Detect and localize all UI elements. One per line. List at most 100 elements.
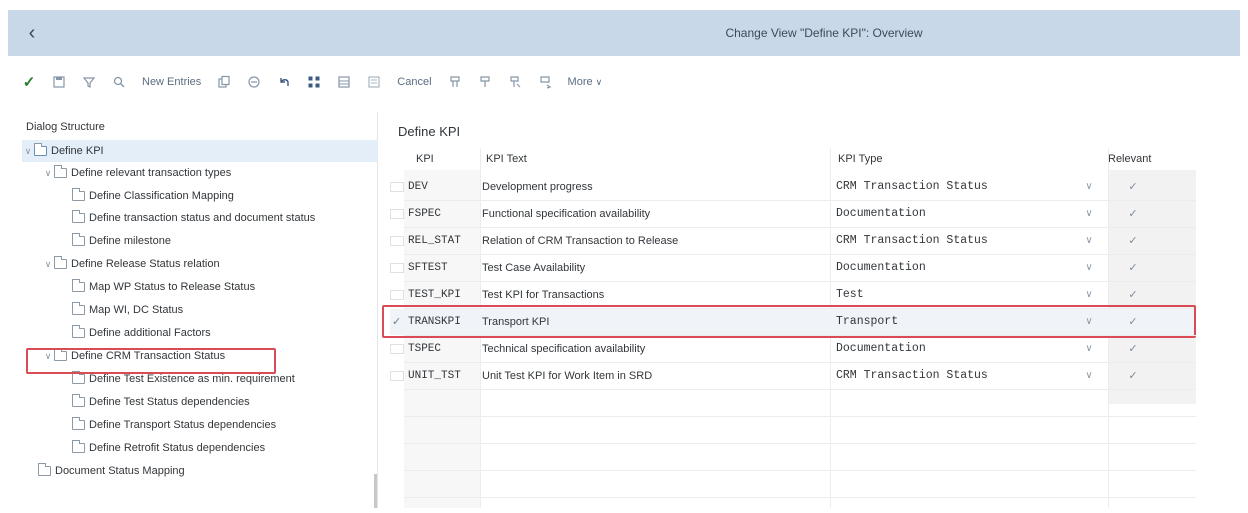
column-header-kpi-text[interactable]: KPI Text — [486, 148, 527, 170]
relevant-checkbox[interactable]: ✓ — [1126, 235, 1140, 248]
tree-node[interactable]: Define Test Status dependencies — [72, 391, 250, 413]
kpi-cell[interactable]: TRANSKPI — [408, 309, 480, 335]
kpi-cell[interactable]: SFTEST — [408, 255, 480, 281]
new-entries-button[interactable]: New Entries — [138, 70, 205, 94]
tree-node[interactable]: Define Transport Status dependencies — [72, 414, 276, 436]
kpi-type-cell[interactable]: Transport — [836, 309, 1076, 335]
chevron-down-icon[interactable]: ∨ — [1082, 336, 1096, 362]
relevant-checkbox[interactable]: ✓ — [1126, 208, 1140, 221]
chevron-down-icon[interactable]: ∨ — [1082, 282, 1096, 308]
tree-node[interactable]: Define Retrofit Status dependencies — [72, 437, 265, 459]
undo-icon[interactable] — [273, 70, 295, 94]
row-selector[interactable] — [390, 263, 404, 273]
kpi-text-cell[interactable]: Transport KPI — [482, 309, 828, 335]
table-row[interactable]: FSPEC Functional specification availabil… — [390, 201, 1196, 227]
tree-node[interactable]: Define Classification Mapping — [72, 185, 234, 207]
chevron-down-icon[interactable]: ∨ — [1082, 201, 1096, 227]
tree-node[interactable]: Map WI, DC Status — [72, 299, 183, 321]
chevron-down-icon[interactable]: ∨ — [1082, 363, 1096, 389]
transport-icon[interactable] — [444, 70, 466, 94]
table-row[interactable]: TEST_KPI Test KPI for Transactions Test … — [390, 282, 1196, 308]
kpi-text-cell[interactable]: Test Case Availability — [482, 255, 828, 281]
tree-node[interactable]: Map WP Status to Release Status — [72, 276, 255, 298]
select-block-icon[interactable] — [333, 70, 355, 94]
chevron-down-icon[interactable]: ∨ — [1082, 255, 1096, 281]
kpi-type-cell[interactable]: CRM Transaction Status — [836, 174, 1076, 200]
tree-node[interactable]: Define additional Factors — [72, 322, 211, 344]
kpi-cell[interactable]: REL_STAT — [408, 228, 480, 254]
kpi-type-cell[interactable]: Documentation — [836, 336, 1076, 362]
tree-node[interactable]: Define transaction status and document s… — [72, 207, 378, 229]
tree-node[interactable]: ∨ Define CRM Transaction Status — [42, 345, 225, 367]
copy-icon[interactable] — [213, 70, 235, 94]
search-icon[interactable] — [108, 70, 130, 94]
tree-node[interactable]: Define milestone — [72, 230, 171, 252]
chevron-down-icon[interactable]: ∨ — [1082, 174, 1096, 200]
kpi-text-cell[interactable]: Functional specification availability — [482, 201, 828, 227]
kpi-type-cell[interactable]: CRM Transaction Status — [836, 363, 1076, 389]
kpi-cell[interactable]: UNIT_TST — [408, 363, 480, 389]
table-row[interactable]: UNIT_TST Unit Test KPI for Work Item in … — [390, 363, 1196, 389]
tree-node[interactable]: ∨ Define relevant transaction types — [42, 162, 231, 184]
kpi-type-cell[interactable]: Documentation — [836, 201, 1076, 227]
confirm-check-icon[interactable]: ✓ — [18, 70, 40, 94]
select-all-icon[interactable] — [303, 70, 325, 94]
relevant-checkbox[interactable]: ✓ — [1126, 262, 1140, 275]
kpi-cell[interactable]: DEV — [408, 174, 480, 200]
row-selector[interactable] — [390, 182, 404, 192]
table-row[interactable]: SFTEST Test Case Availability Documentat… — [390, 255, 1196, 281]
folder-icon — [72, 279, 85, 292]
filter-icon[interactable] — [78, 70, 100, 94]
table-row[interactable]: DEV Development progress CRM Transaction… — [390, 174, 1196, 200]
relevant-checkbox[interactable]: ✓ — [1126, 370, 1140, 383]
save-icon[interactable] — [48, 70, 70, 94]
row-selected-check-icon[interactable]: ✓ — [392, 309, 401, 335]
chevron-down-icon[interactable]: ∨ — [1082, 309, 1096, 335]
deselect-all-icon[interactable] — [363, 70, 385, 94]
row-divider — [404, 470, 1196, 471]
compare-icon[interactable] — [474, 70, 496, 94]
kpi-text-cell[interactable]: Relation of CRM Transaction to Release — [482, 228, 828, 254]
relevant-checkbox[interactable]: ✓ — [1126, 316, 1140, 329]
kpi-text-cell[interactable]: Unit Test KPI for Work Item in SRD — [482, 363, 828, 389]
row-selector[interactable] — [390, 236, 404, 246]
row-selector[interactable] — [390, 371, 404, 381]
more-menu-button[interactable]: More ∨ — [564, 70, 607, 94]
collapse-caret-icon[interactable]: ∨ — [42, 168, 54, 179]
relevant-checkbox[interactable]: ✓ — [1126, 289, 1140, 302]
relevant-checkbox[interactable]: ✓ — [1126, 181, 1140, 194]
table-row[interactable]: REL_STAT Relation of CRM Transaction to … — [390, 228, 1196, 254]
column-header-relevant[interactable]: Relevant — [1108, 148, 1151, 170]
kpi-text-cell[interactable]: Technical specification availability — [482, 336, 828, 362]
kpi-type-cell[interactable]: Test — [836, 282, 1076, 308]
cancel-button[interactable]: Cancel — [393, 70, 435, 94]
collapse-caret-icon[interactable]: ∨ — [22, 146, 34, 157]
row-selector[interactable] — [390, 209, 404, 219]
table-row-selected[interactable]: ✓ TRANSKPI Transport KPI Transport ∨ ✓ — [390, 309, 1196, 335]
row-selector[interactable] — [390, 344, 404, 354]
collapse-caret-icon[interactable]: ∨ — [42, 351, 54, 362]
folder-icon — [34, 143, 47, 156]
kpi-cell[interactable]: TSPEC — [408, 336, 480, 362]
tree-node[interactable]: ∨ Define KPI — [22, 140, 378, 162]
table-row[interactable]: TSPEC Technical specification availabili… — [390, 336, 1196, 362]
kpi-text-cell[interactable]: Development progress — [482, 174, 828, 200]
tree-node[interactable]: ∨ Define Release Status relation — [42, 253, 220, 275]
kpi-cell[interactable]: TEST_KPI — [408, 282, 480, 308]
column-header-kpi-type[interactable]: KPI Type — [838, 148, 882, 170]
chevron-down-icon[interactable]: ∨ — [1082, 228, 1096, 254]
import-icon[interactable] — [534, 70, 556, 94]
relevant-checkbox[interactable]: ✓ — [1126, 343, 1140, 356]
export-icon[interactable] — [504, 70, 526, 94]
delete-icon[interactable] — [243, 70, 265, 94]
scrollbar-handle[interactable] — [374, 474, 377, 508]
kpi-type-cell[interactable]: CRM Transaction Status — [836, 228, 1076, 254]
column-header-kpi[interactable]: KPI — [416, 148, 434, 170]
tree-node[interactable]: Define Test Existence as min. requiremen… — [72, 368, 295, 390]
kpi-cell[interactable]: FSPEC — [408, 201, 480, 227]
kpi-type-cell[interactable]: Documentation — [836, 255, 1076, 281]
row-selector[interactable] — [390, 290, 404, 300]
tree-node[interactable]: Document Status Mapping — [38, 460, 185, 482]
kpi-text-cell[interactable]: Test KPI for Transactions — [482, 282, 828, 308]
collapse-caret-icon[interactable]: ∨ — [42, 259, 54, 270]
